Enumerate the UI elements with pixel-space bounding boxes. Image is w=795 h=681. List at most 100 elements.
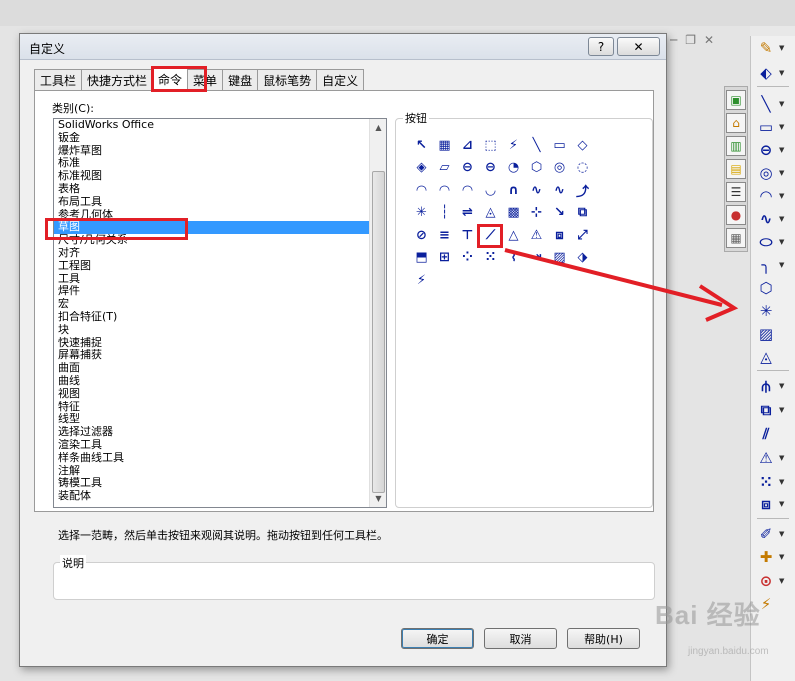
category-item[interactable]: 装配体 xyxy=(54,490,370,503)
category-scrollbar[interactable]: ▲ ▼ xyxy=(369,119,386,507)
category-item[interactable]: 工程图 xyxy=(54,260,370,273)
command-button-icon[interactable]: ⬡ xyxy=(525,157,548,179)
chevron-down-icon[interactable]: ▼ xyxy=(779,238,784,246)
command-button-icon[interactable]: ↘ xyxy=(548,202,571,224)
chevron-down-icon[interactable]: ▼ xyxy=(779,100,784,108)
close-button[interactable]: ✕ xyxy=(617,37,660,56)
toolbar-item[interactable]: ⚡ xyxy=(755,594,793,614)
command-button-icon[interactable]: ✳ xyxy=(410,202,433,224)
ok-button[interactable]: 确定 xyxy=(401,628,474,649)
command-button-icon[interactable]: ⧈ xyxy=(548,224,571,246)
chevron-down-icon[interactable]: ▼ xyxy=(779,406,784,414)
chevron-down-icon[interactable]: ▼ xyxy=(779,500,784,508)
category-item[interactable]: 钣金 xyxy=(54,132,370,145)
clipboard-icon[interactable]: ▦ xyxy=(726,228,746,248)
restore-icon[interactable]: ❐ xyxy=(685,33,696,47)
command-button-icon[interactable]: ⚡ xyxy=(502,134,525,156)
command-button-icon[interactable]: ◠ xyxy=(410,179,433,201)
chevron-down-icon[interactable]: ▼ xyxy=(779,192,784,200)
toolbar-item[interactable]: ⧈ ▼ xyxy=(755,494,793,514)
command-button-icon[interactable]: ▭ xyxy=(548,134,571,156)
command-button-icon[interactable]: ⊤ xyxy=(456,224,479,246)
command-button-icon[interactable]: ↖ xyxy=(410,134,433,156)
category-item[interactable]: 线型 xyxy=(54,413,370,426)
toolbar-item[interactable]: ╲ ▼ xyxy=(755,94,793,114)
minimize-icon[interactable]: ─ xyxy=(670,33,677,47)
tab-customize[interactable]: 自定义 xyxy=(316,69,365,90)
category-item[interactable]: 样条曲线工具 xyxy=(54,452,370,465)
command-button-icon[interactable]: ⌇ xyxy=(502,247,525,269)
chevron-down-icon[interactable]: ▼ xyxy=(779,215,784,223)
chevron-down-icon[interactable]: ▼ xyxy=(779,169,784,177)
command-button-icon[interactable]: ⤴ xyxy=(571,179,594,201)
command-button-icon[interactable]: ⊿ xyxy=(456,134,479,156)
tab-shortcut-bars[interactable]: 快捷方式栏 xyxy=(81,69,154,90)
toolbar-item[interactable]: ⫛ ▼ xyxy=(755,376,793,396)
category-item[interactable]: 渲染工具 xyxy=(54,439,370,452)
appearance-icon[interactable]: ● xyxy=(726,205,746,225)
toolbar-item[interactable]: ⧉ ▼ xyxy=(755,400,793,420)
chevron-down-icon[interactable]: ▼ xyxy=(779,478,784,486)
command-button-icon[interactable]: ◡ xyxy=(479,179,502,201)
close-icon[interactable]: ✕ xyxy=(704,33,714,47)
toolbar-item[interactable]: ⊖ ▼ xyxy=(755,140,793,160)
command-button-icon[interactable]: ◇ xyxy=(571,134,594,156)
chevron-down-icon[interactable]: ▼ xyxy=(779,44,784,52)
help-button[interactable]: 帮助(H) xyxy=(567,628,640,649)
command-button-icon[interactable]: ≡ xyxy=(433,224,456,246)
command-button-icon[interactable]: ▨ xyxy=(548,247,571,269)
command-button-icon[interactable]: △ xyxy=(502,224,525,246)
category-item[interactable]: 注解 xyxy=(54,465,370,478)
category-item[interactable]: 草图 xyxy=(54,221,370,235)
command-button-icon[interactable]: ⚠ xyxy=(525,224,548,246)
category-item[interactable]: 曲面 xyxy=(54,362,370,375)
toolbar-item[interactable]: ⬡ xyxy=(755,278,793,298)
command-button-icon[interactable]: ▩ xyxy=(502,202,525,224)
chevron-down-icon[interactable]: ▼ xyxy=(779,577,784,585)
command-button-icon[interactable]: ◠ xyxy=(433,179,456,201)
command-button-icon[interactable]: ▱ xyxy=(433,157,456,179)
category-listbox[interactable]: SolidWorks Office 钣金 爆炸草图 标准 标准视图 表格 布局工具 参考几何体… xyxy=(53,118,387,508)
scroll-up-icon[interactable]: ▲ xyxy=(371,120,386,135)
command-button-icon[interactable]: ╲ xyxy=(525,134,548,156)
command-button-icon[interactable]: ⇥ xyxy=(525,247,548,269)
tab-menus[interactable]: 菜单 xyxy=(187,69,224,90)
toolbar-item[interactable]: ⊙ ▼ xyxy=(755,571,793,591)
chevron-down-icon[interactable]: ▼ xyxy=(779,530,784,538)
folder-icon[interactable]: ▤ xyxy=(726,159,746,179)
command-button-icon[interactable]: ∿ xyxy=(548,179,571,201)
list-icon[interactable]: ☰ xyxy=(726,182,746,202)
command-button-icon[interactable]: ⬚ xyxy=(479,134,502,156)
toolbar-item[interactable]: ◠ ▼ xyxy=(755,186,793,206)
chevron-down-icon[interactable]: ▼ xyxy=(779,553,784,561)
display-icon[interactable]: ▣ xyxy=(726,90,746,110)
toolbar-item[interactable]: ⁙ ▼ xyxy=(755,472,793,492)
command-button-icon[interactable]: ⟋ xyxy=(479,224,502,246)
command-button-icon[interactable]: ⊖ xyxy=(479,157,502,179)
command-button-icon[interactable]: ∩ xyxy=(502,179,525,201)
command-button-icon[interactable]: ⧉ xyxy=(571,202,594,224)
command-button-icon[interactable]: ⁘ xyxy=(456,247,479,269)
category-item[interactable]: 扣合特征(T) xyxy=(54,311,370,324)
toolbar-item[interactable]: ◎ ▼ xyxy=(755,163,793,183)
category-item[interactable]: 爆炸草图 xyxy=(54,145,370,158)
command-button-icon[interactable]: ⬗ xyxy=(571,247,594,269)
command-button-icon[interactable]: ┆ xyxy=(433,202,456,224)
toolbar-item[interactable]: ⚠ ▼ xyxy=(755,448,793,468)
command-button-icon[interactable]: ▦ xyxy=(433,134,456,156)
category-item[interactable]: 布局工具 xyxy=(54,196,370,209)
category-item[interactable]: 视图 xyxy=(54,388,370,401)
category-item[interactable]: 表格 xyxy=(54,183,370,196)
command-button-icon[interactable]: ◔ xyxy=(502,157,525,179)
command-button-icon[interactable]: ⇌ xyxy=(456,202,479,224)
command-button-icon[interactable]: ∿ xyxy=(525,179,548,201)
command-button-icon[interactable]: ⊖ xyxy=(456,157,479,179)
scroll-thumb[interactable] xyxy=(372,171,385,493)
chevron-down-icon[interactable]: ▼ xyxy=(779,146,784,154)
chevron-down-icon[interactable]: ▼ xyxy=(779,261,784,269)
category-item[interactable]: 宏 xyxy=(54,298,370,311)
command-button-icon[interactable]: ⊞ xyxy=(433,247,456,269)
command-button-icon[interactable]: ⤢ xyxy=(571,224,594,246)
toolbar-item[interactable]: ✳ xyxy=(755,301,793,321)
toolbar-item[interactable]: ▨ xyxy=(755,324,793,344)
